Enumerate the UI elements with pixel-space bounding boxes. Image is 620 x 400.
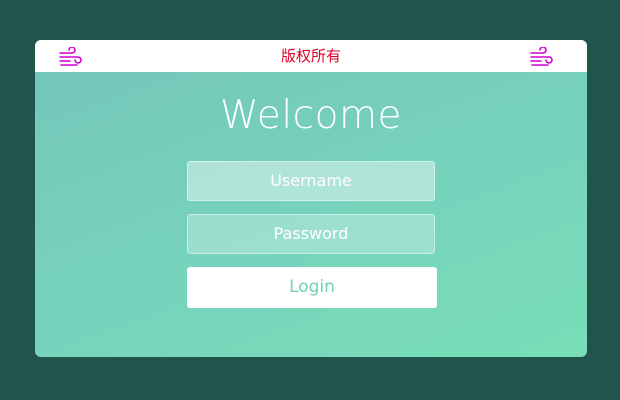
username-input[interactable]: Username [187, 161, 435, 201]
login-button[interactable]: Login [187, 267, 437, 308]
welcome-title: Welcome [220, 93, 402, 138]
top-bar: 版权所有 [35, 40, 587, 72]
wind-icon [530, 47, 553, 66]
copyright-text: 版权所有 [280, 47, 341, 65]
password-input[interactable]: Password [187, 214, 435, 254]
login-card: 版权所有 Welcome Username Password Login [35, 40, 587, 357]
